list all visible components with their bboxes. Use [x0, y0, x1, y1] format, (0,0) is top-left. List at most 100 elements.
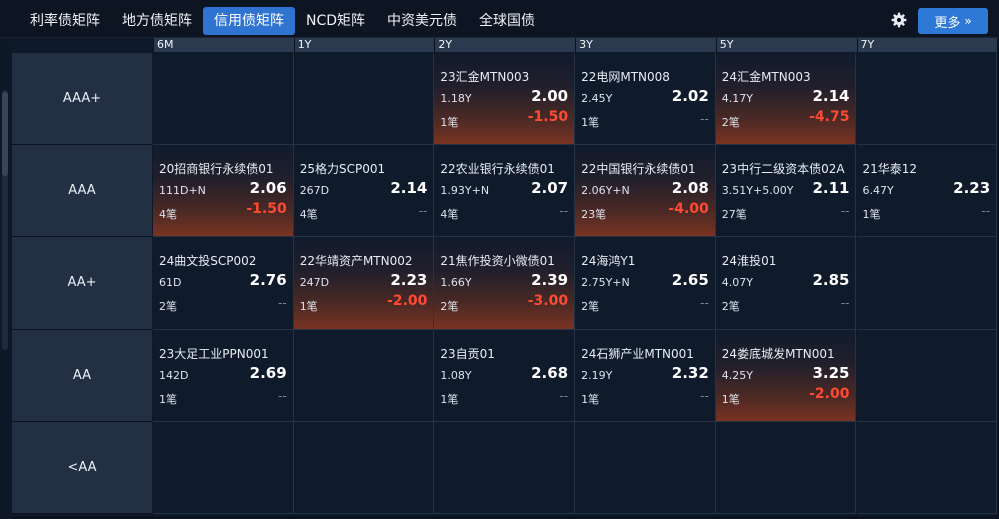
bond-cell[interactable]: 23自贡01 1.08Y 2.68 1笔 --: [434, 329, 576, 422]
yield-change: -4.75: [809, 109, 850, 125]
yield-change: --: [840, 296, 850, 311]
trade-count: 27笔: [721, 208, 747, 222]
bond-cell[interactable]: 20招商银行永续债01 111D+N 2.06 4笔 -1.50: [153, 145, 294, 238]
bond-yield: 3.25: [812, 363, 850, 382]
trade-count: 2笔: [721, 300, 740, 314]
bond-yield: 2.14: [390, 179, 428, 198]
trade-count: 4笔: [440, 208, 459, 222]
bond-cell[interactable]: 21焦作投资小微债01 1.66Y 2.39 2笔 -3.00: [434, 237, 576, 330]
tab-credit-bond-matrix[interactable]: 信用债矩阵: [203, 7, 295, 35]
bond-cell[interactable]: 22华靖资产MTN002 247D 2.23 1笔 -2.00: [293, 237, 435, 330]
bond-name: 24海鸿Y1: [581, 254, 636, 269]
bond-yield: 2.76: [249, 271, 287, 290]
trade-count: 4笔: [299, 208, 318, 222]
matrix-cell-empty: [856, 237, 998, 330]
matrix-cell-empty: [293, 53, 435, 146]
trade-count: 1笔: [862, 208, 881, 222]
bond-yield: 2.08: [671, 179, 709, 198]
bond-cell[interactable]: 23中行二级资本债02A 3.51Y+5.00Y 2.11 27笔 --: [715, 145, 857, 238]
bond-cell[interactable]: 22中国银行永续债01 2.06Y+N 2.08 23笔 -4.00: [575, 145, 716, 238]
trade-count: 2笔: [159, 300, 177, 314]
scrollbar-thumb[interactable]: [2, 92, 8, 176]
bond-cell[interactable]: 24淮投01 4.07Y 2.85 2笔 --: [715, 237, 857, 330]
credit-bond-matrix: 6M 1Y 2Y 3Y 5Y 7Y AAA+ 23汇金MTN003 1.18Y 2.00 1笔 -1…: [12, 38, 998, 516]
bond-tenor: 1.18Y: [440, 92, 472, 105]
tenor-header: 7Y: [856, 38, 998, 52]
trade-count: 2笔: [440, 300, 459, 314]
bond-cell[interactable]: 24汇金MTN003 4.17Y 2.14 2笔 -4.75: [715, 53, 857, 146]
trade-count: 1笔: [721, 392, 740, 406]
matrix-cell-empty: [856, 53, 998, 146]
rating-row-header: <AA: [12, 421, 152, 514]
bond-tenor: 267D: [299, 184, 330, 198]
tenor-header: 1Y: [293, 38, 435, 52]
matrix-tabs: 利率债矩阵 地方债矩阵 信用债矩阵 NCD矩阵 中资美元债 全球国债: [19, 7, 546, 35]
bond-cell[interactable]: 21华泰12 6.47Y 2.23 1笔 --: [856, 145, 998, 238]
bond-tenor: 1.08Y: [440, 368, 472, 382]
bond-yield: 2.69: [249, 363, 287, 382]
yield-change: --: [278, 296, 287, 311]
rating-row-header: AAA: [12, 145, 152, 238]
bond-tenor: 111D+N: [159, 184, 206, 198]
matrix-cell-empty: [153, 53, 294, 146]
bond-yield: 2.32: [671, 363, 709, 382]
bond-tenor: 3.51Y+5.00Y: [721, 184, 794, 198]
bond-cell[interactable]: 24海鸿Y1 2.75Y+N 2.65 2笔 --: [575, 237, 716, 330]
yield-change: --: [559, 204, 569, 219]
yield-change: -2.00: [809, 385, 850, 402]
bond-cell[interactable]: 24石狮产业MTN001 2.19Y 2.32 1笔 --: [575, 329, 716, 422]
trade-count: 1笔: [159, 392, 177, 406]
bond-tenor: 61D: [159, 276, 182, 290]
bond-tenor: 4.07Y: [721, 276, 754, 290]
tenor-header: 5Y: [715, 38, 857, 52]
yield-change: --: [559, 388, 569, 403]
bond-yield: 2.23: [953, 179, 991, 198]
bond-tenor: 4.25Y: [721, 368, 754, 382]
bond-name: 23大足工业PPN001: [159, 346, 269, 361]
bond-name: 22华靖资产MTN002: [299, 254, 413, 269]
bond-name: 24娄底城发MTN001: [721, 346, 835, 361]
tab-chinese-usd-bond[interactable]: 中资美元债: [376, 7, 468, 35]
trade-count: 1笔: [299, 300, 318, 314]
trade-count: 2笔: [581, 300, 600, 314]
more-button[interactable]: 更多 »: [918, 8, 988, 34]
yield-change: -1.50: [246, 201, 287, 218]
bond-cell[interactable]: 22电网MTN008 2.45Y 2.02 1笔 --: [575, 53, 716, 146]
yield-change: --: [840, 204, 850, 219]
bond-cell[interactable]: 24曲文投SCP002 61D 2.76 2笔 --: [153, 237, 294, 330]
trade-count: 1笔: [581, 392, 600, 406]
tab-rate-bond-matrix[interactable]: 利率债矩阵: [19, 7, 111, 35]
bond-tenor: 2.06Y+N: [581, 184, 630, 198]
tab-ncd-matrix[interactable]: NCD矩阵: [295, 7, 376, 35]
bond-name: 23中行二级资本债02A: [721, 162, 845, 177]
tenor-header-row: 6M 1Y 2Y 3Y 5Y 7Y: [153, 38, 997, 52]
yield-change: --: [700, 388, 709, 403]
bond-yield: 2.07: [531, 179, 569, 198]
bond-cell[interactable]: 24娄底城发MTN001 4.25Y 3.25 1笔 -2.00: [715, 329, 857, 422]
tab-global-gov-bond[interactable]: 全球国债: [468, 7, 546, 35]
bond-yield: 2.85: [812, 271, 850, 290]
bond-yield: 2.11: [812, 179, 850, 198]
trade-count: 1笔: [440, 116, 459, 129]
rating-row-header: AA: [12, 329, 152, 422]
left-panel-edge: [0, 38, 12, 519]
trade-count: 23笔: [581, 208, 607, 222]
trade-count: 4笔: [159, 208, 177, 222]
yield-change: --: [700, 112, 709, 126]
yield-change: --: [278, 388, 287, 403]
yield-change: -2.00: [387, 293, 428, 310]
bond-cell[interactable]: 22农业银行永续债01 1.93Y+N 2.07 4笔 --: [434, 145, 576, 238]
bond-yield: 2.39: [531, 271, 569, 290]
gear-icon[interactable]: [891, 12, 907, 28]
bond-cell[interactable]: 23汇金MTN003 1.18Y 2.00 1笔 -1.50: [434, 53, 576, 146]
trade-count: 1笔: [581, 116, 600, 129]
yield-change: --: [981, 204, 991, 219]
matrix-cell-empty: [575, 421, 716, 514]
matrix-cell-empty: [293, 329, 435, 422]
bond-cell[interactable]: 25格力SCP001 267D 2.14 4笔 --: [293, 145, 435, 238]
matrix-cell-empty: [293, 421, 435, 514]
bond-cell[interactable]: 23大足工业PPN001 142D 2.69 1笔 --: [153, 329, 294, 422]
tab-local-gov-bond-matrix[interactable]: 地方债矩阵: [111, 7, 203, 35]
yield-change: --: [418, 204, 428, 219]
rating-row-header: AA+: [12, 237, 152, 330]
